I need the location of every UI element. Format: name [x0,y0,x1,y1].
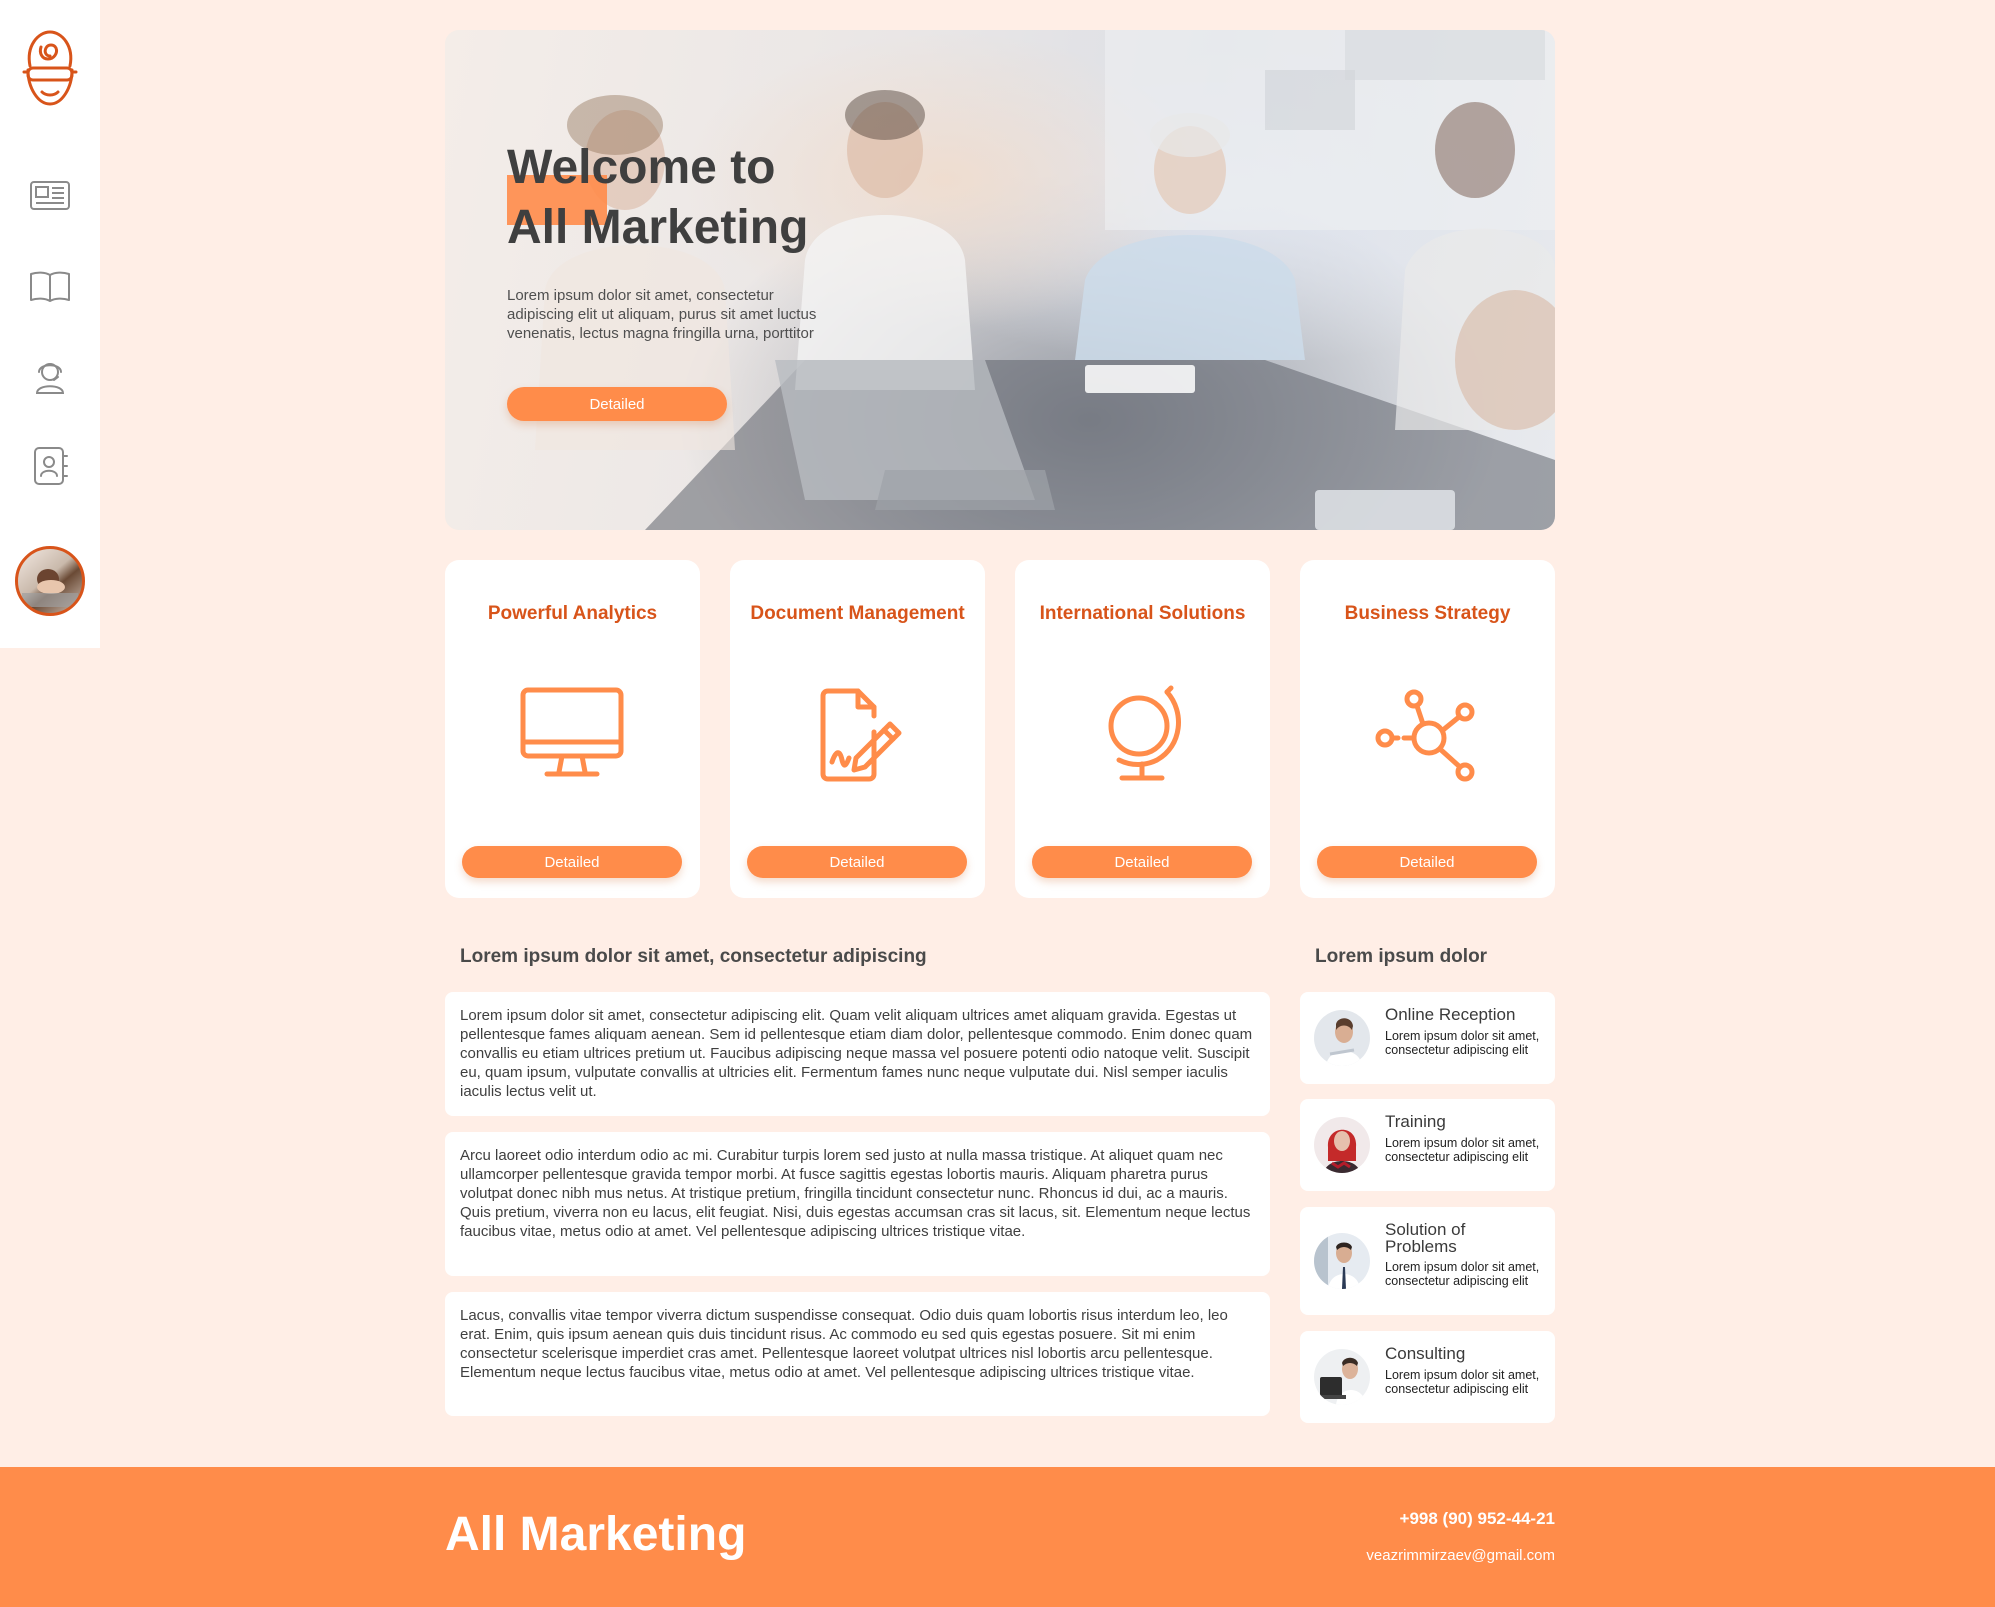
card-detailed-button[interactable]: Detailed [747,846,967,878]
service-description: Lorem ipsum dolor sit amet, consectetur … [1385,1136,1540,1164]
newspaper-icon[interactable] [27,172,73,218]
hero-title-line1: Welcome to [507,141,776,194]
section-title: Lorem ipsum dolor sit amet, consectetur … [460,946,927,967]
hero-banner: Welcome to All Marketing Lorem ipsum dol… [445,30,1555,530]
footer-brand: All Marketing [445,1508,747,1561]
service-photo [1314,1010,1370,1066]
monitor-icon [520,687,624,777]
contacts-book-icon[interactable] [27,443,73,489]
card-powerful-analytics: Powerful Analytics Detailed [445,560,700,898]
card-business-strategy: Business Strategy Detailed [1300,560,1555,898]
footer-phone-link[interactable]: +998 (90) 952-44-21 [1400,1509,1555,1529]
book-icon[interactable] [27,263,73,309]
paragraph-card: Lacus, convallis vitae tempor viverra di… [445,1292,1270,1416]
card-title: Document Management [750,603,965,624]
network-nodes-icon [1375,689,1475,782]
sidebar [0,0,100,648]
card-detailed-button[interactable]: Detailed [1317,846,1537,878]
service-description: Lorem ipsum dolor sit amet, consectetur … [1385,1260,1540,1288]
service-photo [1314,1233,1370,1289]
hero-photo [535,30,1555,530]
hero-detailed-button[interactable]: Detailed [507,387,727,421]
paragraph-card: Lorem ipsum dolor sit amet, consectetur … [445,992,1270,1116]
service-online-reception[interactable]: Online Reception Lorem ipsum dolor sit a… [1300,992,1555,1084]
services-title: Lorem ipsum dolor [1315,946,1488,967]
paragraph-card: Arcu laoreet odio interdum odio ac mi. C… [445,1132,1270,1276]
support-agent-icon[interactable] [27,353,73,399]
service-name: Online Reception [1385,1005,1516,1024]
document-sign-icon [820,688,902,782]
service-consulting[interactable]: Consulting Lorem ipsum dolor sit amet, c… [1300,1331,1555,1423]
service-description: Lorem ipsum dolor sit amet, consectetur … [1385,1368,1540,1396]
card-title: Business Strategy [1344,603,1511,624]
footer-email-link[interactable]: veazrimmirzaev@gmail.com [1366,1547,1555,1564]
service-name: Solution of Problems [1385,1220,1466,1256]
footer: All Marketing +998 (90) 952-44-21 veazri… [0,1467,1995,1607]
card-international-solutions: International Solutions Detailed [1015,560,1270,898]
service-photo [1314,1349,1370,1405]
service-photo [1314,1117,1370,1173]
card-title: Powerful Analytics [487,603,658,624]
globe-icon [1108,685,1181,781]
user-avatar[interactable] [15,546,85,616]
service-name: Training [1385,1112,1446,1131]
hero-title-line2: All Marketing [507,201,809,254]
card-detailed-button[interactable]: Detailed [1032,846,1252,878]
service-name: Consulting [1385,1344,1466,1363]
service-solution-of-problems[interactable]: Solution of Problems Lorem ipsum dolor s… [1300,1207,1555,1315]
service-training[interactable]: Training Lorem ipsum dolor sit amet, con… [1300,1099,1555,1191]
hero-title: Welcome to All Marketing [507,138,927,258]
card-detailed-button[interactable]: Detailed [462,846,682,878]
hero-description: Lorem ipsum dolor sit amet, consectetur … [507,287,817,342]
card-document-management: Document Management Detailed [730,560,985,898]
hypnotized-face-logo[interactable] [18,26,82,110]
service-description: Lorem ipsum dolor sit amet, consectetur … [1385,1029,1540,1057]
card-title: International Solutions [1039,603,1246,624]
